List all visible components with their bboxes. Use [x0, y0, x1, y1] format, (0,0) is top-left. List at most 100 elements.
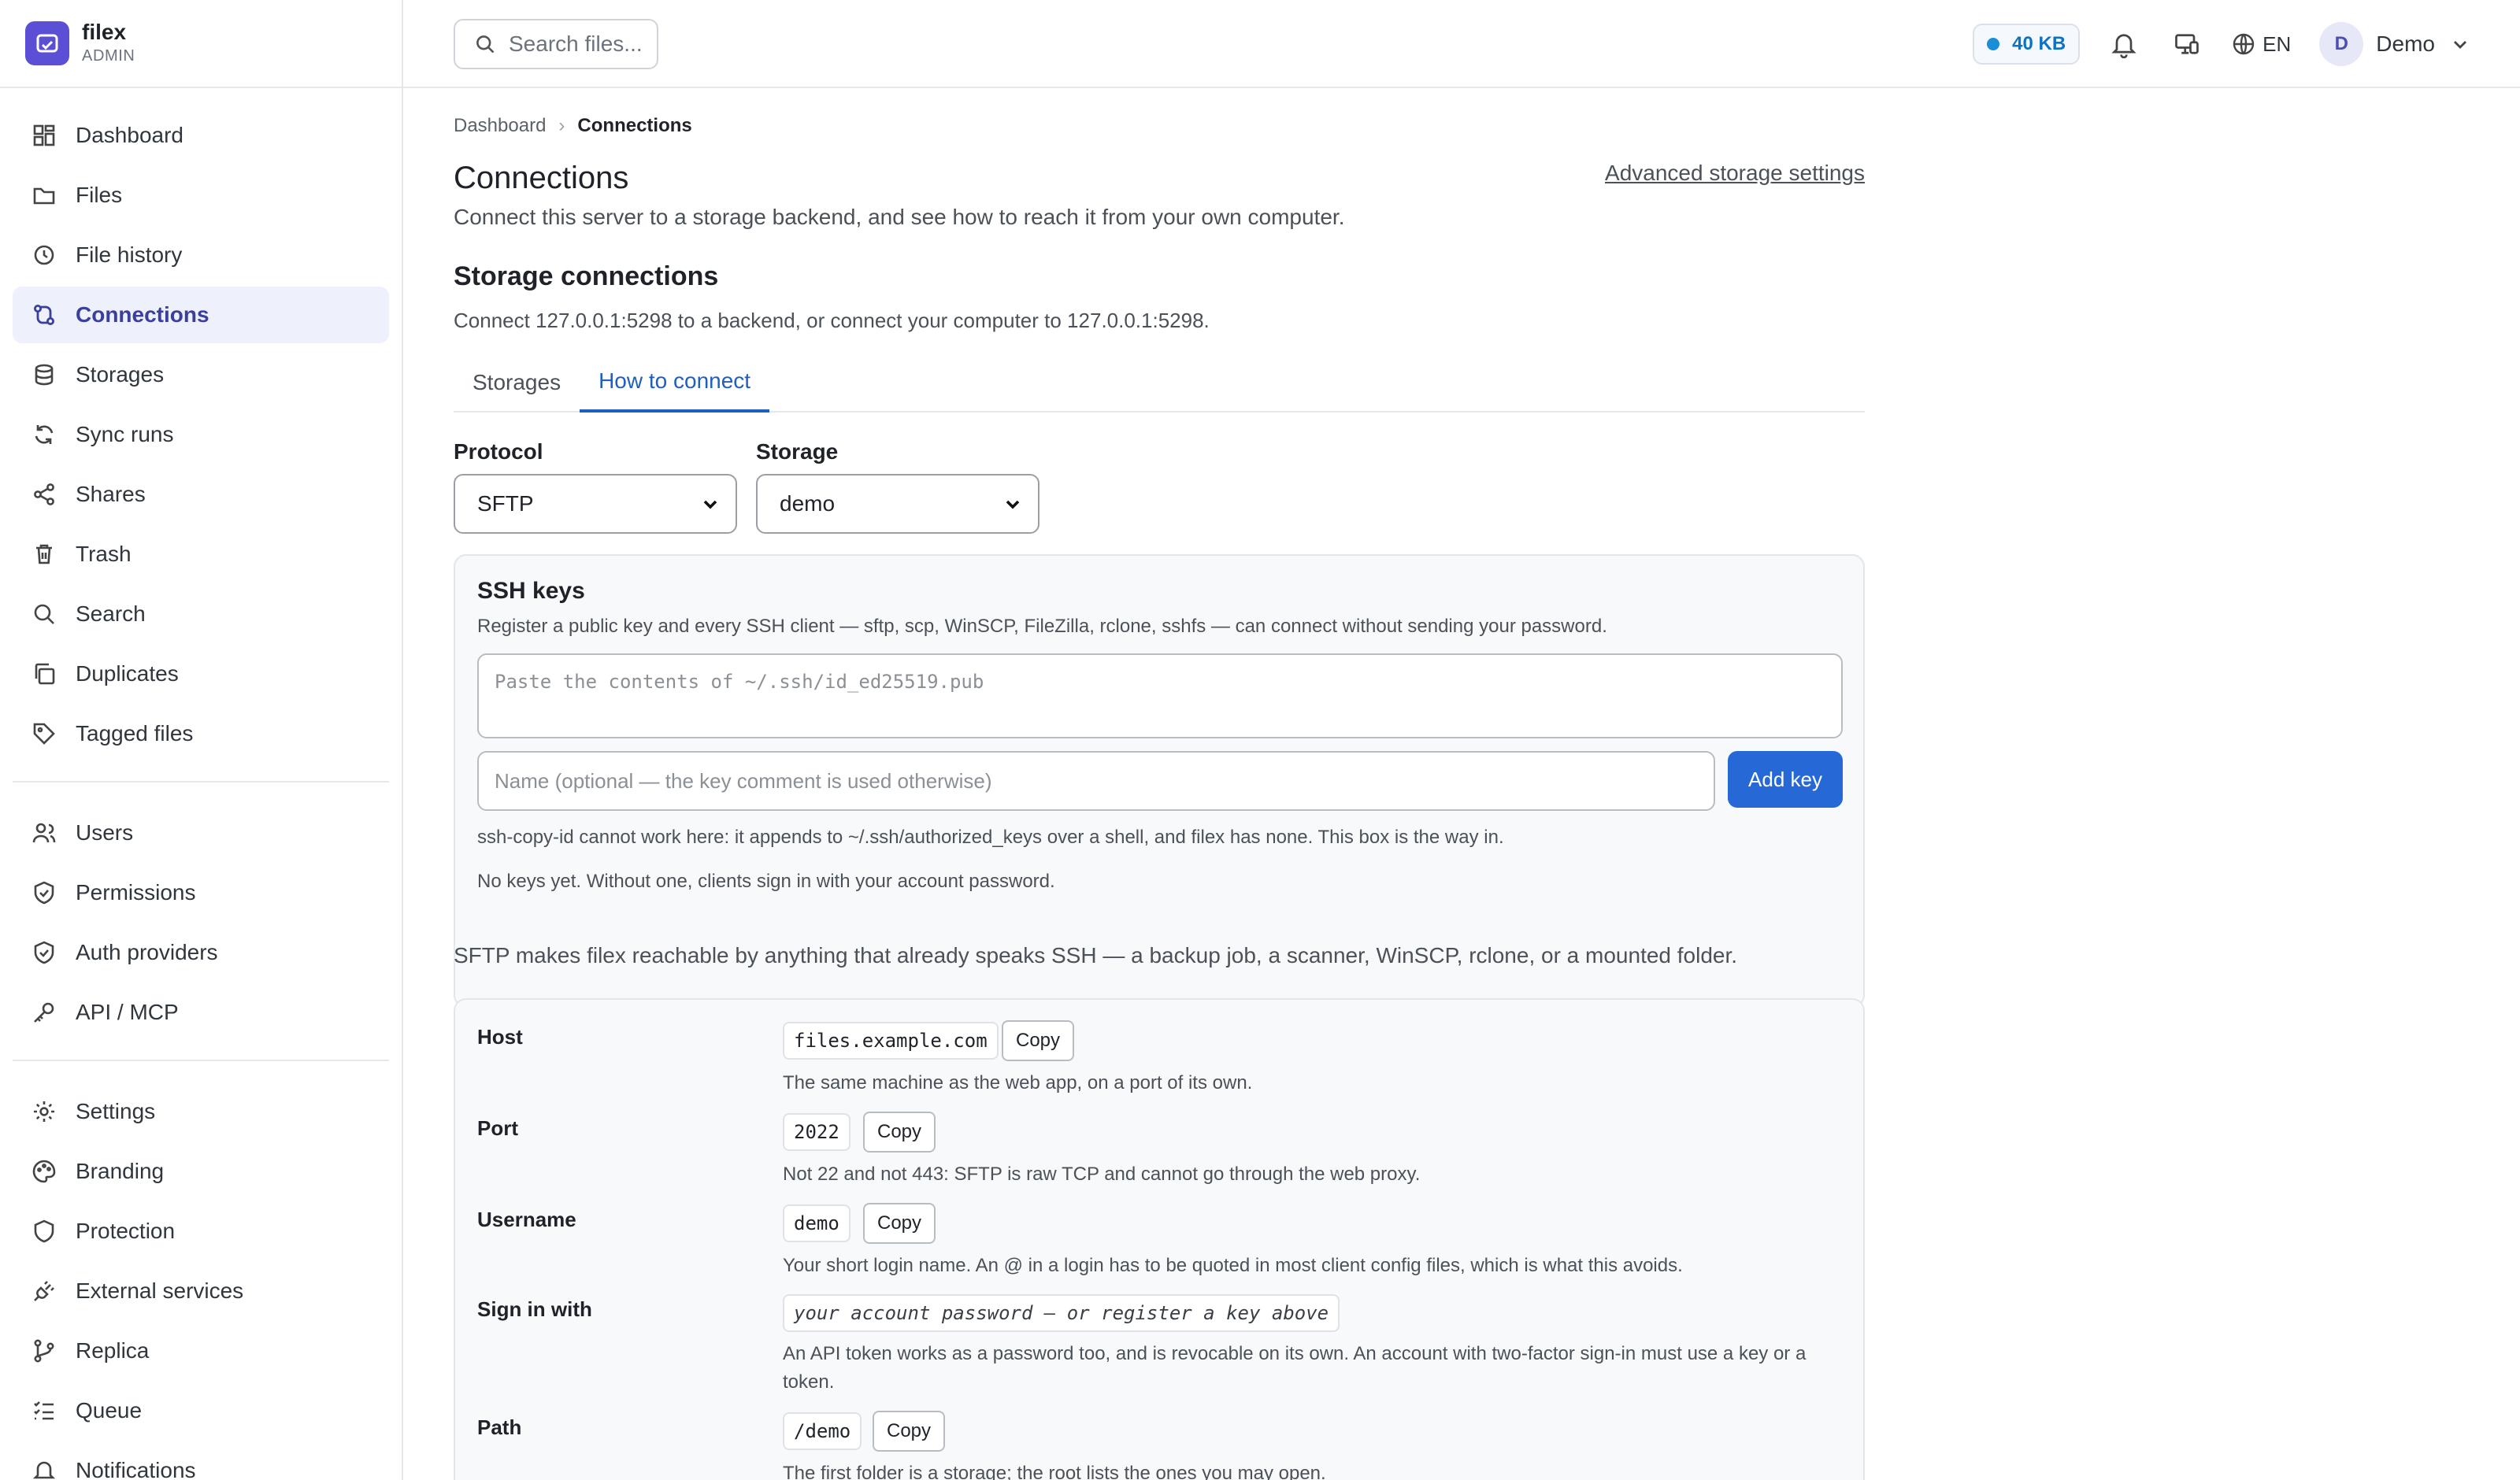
- sidebar-item-sync-runs[interactable]: Sync runs: [13, 406, 389, 463]
- path-label: Path: [477, 1415, 522, 1439]
- sidebar-item-label: API / MCP: [76, 1000, 179, 1024]
- path-value: /demo: [783, 1412, 862, 1450]
- chevron-down-icon: [703, 500, 717, 509]
- shield-check-icon: [32, 940, 57, 965]
- host-value: files.example.com: [783, 1022, 999, 1060]
- storage-select[interactable]: demo: [756, 474, 1040, 534]
- key-icon: [32, 1000, 57, 1025]
- brand[interactable]: filex ADMIN: [0, 0, 402, 88]
- language-switcher[interactable]: EN: [2231, 31, 2291, 57]
- search-placeholder: Search files...: [509, 31, 643, 56]
- breadcrumb-root[interactable]: Dashboard: [454, 115, 546, 137]
- sidebar-item-label: Notifications: [76, 1458, 196, 1480]
- palette-icon: [32, 1159, 57, 1184]
- ssh-copy-id-note: ssh-copy-id cannot work here: it appends…: [477, 827, 1504, 848]
- sidebar-item-label: Tagged files: [76, 721, 194, 746]
- ssh-keys-card: SSH keys Register a public key and every…: [454, 554, 1865, 1008]
- sidebar-item-file-history[interactable]: File history: [13, 227, 389, 283]
- sidebar-item-queue[interactable]: Queue: [13, 1382, 389, 1439]
- ssh-keys-title: SSH keys: [477, 578, 585, 604]
- devices-icon[interactable]: [2168, 25, 2206, 63]
- username-help: Your short login name. An @ in a login h…: [783, 1255, 1683, 1276]
- sidebar-item-tagged-files[interactable]: Tagged files: [13, 705, 389, 762]
- section-subtitle: Connect 127.0.0.1:5298 to a backend, or …: [454, 309, 1210, 332]
- sidebar-item-label: Shares: [76, 482, 146, 506]
- sidebar-item-users[interactable]: Users: [13, 805, 389, 861]
- sidebar-item-notifications[interactable]: Notifications: [13, 1442, 389, 1480]
- sidebar-item-branding[interactable]: Branding: [13, 1143, 389, 1200]
- sidebar-item-duplicates[interactable]: Duplicates: [13, 646, 389, 702]
- signin-value: your account password — or register a ke…: [783, 1294, 1340, 1332]
- connection-details-card: Host files.example.com Copy The same mac…: [454, 998, 1865, 1480]
- shield-icon: [32, 1219, 57, 1244]
- tab-storages[interactable]: Storages: [454, 353, 580, 413]
- bell-icon: [32, 1458, 57, 1480]
- sidebar-item-label: Sync runs: [76, 422, 174, 446]
- public-key-textarea[interactable]: Paste the contents of ~/.ssh/id_ed25519.…: [477, 653, 1843, 738]
- copy-port-button[interactable]: Copy: [863, 1112, 936, 1153]
- sidebar-item-search[interactable]: Search: [13, 586, 389, 642]
- sidebar-item-settings[interactable]: Settings: [13, 1083, 389, 1140]
- sidebar: filex ADMIN Dashboard Files File history…: [0, 0, 403, 1480]
- sidebar-item-storages[interactable]: Storages: [13, 346, 389, 403]
- history-icon: [32, 242, 57, 268]
- storage-label: Storage: [756, 439, 839, 464]
- protocol-select[interactable]: SFTP: [454, 474, 737, 534]
- advanced-storage-settings-link[interactable]: Advanced storage settings: [1605, 161, 1865, 186]
- protocol-label: Protocol: [454, 439, 543, 464]
- search-icon: [476, 35, 495, 54]
- sidebar-item-dashboard[interactable]: Dashboard: [13, 107, 389, 164]
- signin-help: An API token works as a password too, an…: [783, 1343, 1807, 1393]
- sidebar-item-replica[interactable]: Replica: [13, 1323, 389, 1379]
- port-label: Port: [477, 1116, 518, 1140]
- port-value: 2022: [783, 1113, 850, 1151]
- path-help: The first folder is a storage; the root …: [783, 1463, 1326, 1480]
- user-name: Demo: [2376, 31, 2435, 56]
- sidebar-item-label: Branding: [76, 1159, 165, 1183]
- sidebar-item-protection[interactable]: Protection: [13, 1203, 389, 1260]
- breadcrumb-current: Connections: [577, 115, 692, 136]
- add-key-button[interactable]: Add key: [1728, 751, 1843, 808]
- chevron-down-icon: [2454, 41, 2466, 49]
- language-code: EN: [2262, 31, 2292, 56]
- gear-icon: [32, 1099, 57, 1124]
- tab-how-to-connect[interactable]: How to connect: [580, 353, 770, 413]
- search-input[interactable]: Search files...: [454, 19, 658, 69]
- sync-icon: [32, 422, 57, 447]
- shield-check-icon: [32, 880, 57, 905]
- sidebar-item-trash[interactable]: Trash: [13, 526, 389, 583]
- sidebar-item-label: Protection: [76, 1219, 176, 1243]
- share-icon: [32, 482, 57, 507]
- sidebar-item-permissions[interactable]: Permissions: [13, 864, 389, 921]
- user-menu[interactable]: D Demo: [2319, 22, 2470, 66]
- breadcrumb: Dashboard › Connections: [454, 115, 692, 137]
- host-help: The same machine as the web app, on a po…: [783, 1072, 1253, 1093]
- sidebar-item-api-mcp[interactable]: API / MCP: [13, 984, 389, 1041]
- sidebar-item-connections[interactable]: Connections: [13, 287, 389, 343]
- globe-icon: [2233, 33, 2255, 55]
- sidebar-item-label: Queue: [76, 1398, 143, 1423]
- search-icon: [32, 601, 57, 627]
- host-label: Host: [477, 1025, 523, 1049]
- users-icon: [32, 820, 57, 845]
- sidebar-item-external-services[interactable]: External services: [13, 1263, 389, 1319]
- sidebar-item-shares[interactable]: Shares: [13, 466, 389, 523]
- key-name-input[interactable]: Name (optional — the key comment is used…: [477, 751, 1715, 811]
- sidebar-item-label: Search: [76, 601, 146, 626]
- sidebar-item-auth-providers[interactable]: Auth providers: [13, 924, 389, 981]
- connections-icon: [32, 302, 57, 327]
- copy-path-button[interactable]: Copy: [873, 1411, 946, 1452]
- storage-quota-badge[interactable]: 40 KB: [1973, 24, 2081, 65]
- sidebar-divider: [13, 1060, 389, 1061]
- database-icon: [32, 362, 57, 387]
- trash-icon: [32, 542, 57, 567]
- sidebar-nav: Dashboard Files File history Connections…: [0, 88, 402, 1480]
- sidebar-item-label: File history: [76, 242, 183, 267]
- page-title: Connections: [454, 161, 629, 195]
- sidebar-item-files[interactable]: Files: [13, 167, 389, 224]
- storage-value: demo: [780, 491, 836, 516]
- bell-icon[interactable]: [2105, 25, 2143, 63]
- section-title: Storage connections: [454, 261, 719, 291]
- copy-host-button[interactable]: Copy: [1002, 1020, 1075, 1061]
- copy-username-button[interactable]: Copy: [863, 1203, 936, 1244]
